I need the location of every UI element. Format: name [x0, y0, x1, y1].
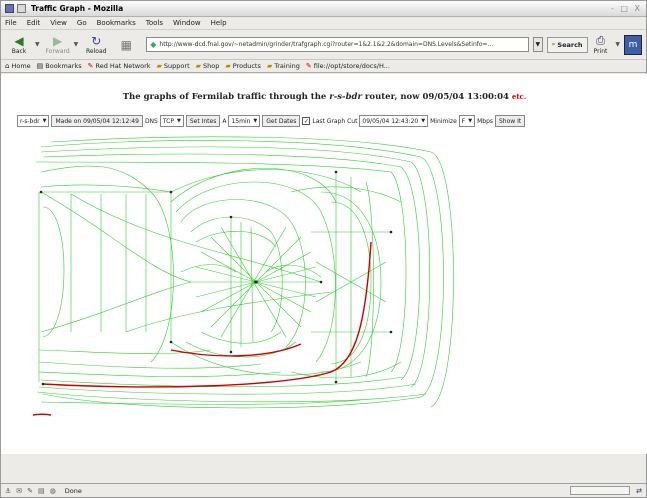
irc-icon[interactable]: ◍	[50, 487, 56, 495]
reload-button[interactable]: ↻ Reload	[82, 32, 110, 58]
red-edge-mid	[170, 343, 302, 357]
window-controls[interactable]: - □ X	[611, 4, 642, 13]
menu-view[interactable]: View	[50, 19, 67, 27]
mbps-label: Mbps	[477, 117, 493, 125]
dns-label: DNS	[144, 117, 158, 125]
window-menu-icon[interactable]	[17, 4, 26, 13]
last-graph-checkbox[interactable]: ✓	[302, 117, 311, 125]
traffic-graph	[32, 136, 454, 416]
search-button[interactable]: ⌕ Search	[546, 36, 588, 53]
minimize-select[interactable]: F ▼	[458, 115, 476, 127]
chevron-down-icon: ▼	[176, 118, 181, 124]
folder-icon: ▰	[266, 62, 273, 70]
title-bar: Traffic Graph - Mozilla - □ X	[1, 1, 646, 17]
progress-bar	[570, 486, 631, 495]
bookmark-support[interactable]: ▰ Support	[157, 62, 190, 70]
back-arrow-icon: ◀	[14, 33, 24, 48]
window-title: Traffic Graph - Mozilla	[31, 4, 124, 13]
menu-go[interactable]: Go	[77, 19, 87, 27]
chevron-down-icon: ▼	[42, 118, 47, 124]
bookmark-shop[interactable]: ▰ Shop	[196, 62, 220, 70]
router-select[interactable]: r-s-bdr ▼	[17, 115, 50, 127]
print-dropdown-icon[interactable]: ▼	[615, 41, 620, 48]
link-icon: ✎	[305, 62, 312, 70]
home-icon: ⌂	[5, 62, 10, 70]
folder-icon: ▰	[225, 62, 231, 70]
navigation-toolbar: ◀ Back ▼ ▶ Forward ▼ ↻ Reload ▦ ◆ http:/…	[1, 30, 646, 60]
chevron-down-icon: ▼	[468, 118, 473, 124]
forward-arrow-icon: ▶	[53, 33, 63, 48]
browser-window: Traffic Graph - Mozilla - □ X File Edit …	[0, 0, 647, 498]
green-edges	[35, 136, 454, 409]
print-icon: ⎙	[596, 34, 605, 47]
back-button[interactable]: ◀ Back	[5, 32, 33, 58]
last-graph-label: Last Graph Cut	[312, 117, 358, 125]
red-edge-stub	[32, 413, 52, 416]
bookmark-training[interactable]: ▰ Training	[267, 62, 300, 70]
folder-icon: ▰	[156, 62, 162, 70]
personal-toolbar: ⌂ Home ▤ Bookmarks ✎ Red Hat Network ▰ Suppo…	[1, 60, 646, 73]
page-title: The graphs of Fermilab traffic through t…	[122, 92, 527, 102]
print-button[interactable]: ⎙ Print	[594, 34, 608, 55]
protocol-select[interactable]: TCP ▼	[159, 115, 184, 127]
bookmark-redhat[interactable]: ✎ Red Hat Network	[88, 62, 151, 70]
forward-button[interactable]: ▶ Forward	[44, 32, 72, 58]
back-dropdown-icon[interactable]: ▼	[35, 41, 40, 48]
get-dates-button[interactable]: Get Dates	[262, 115, 301, 127]
minimize-label: Minimize	[430, 117, 457, 125]
url-bar[interactable]: ◆ http://www-dcd.fnal.gov/~netadmin/grin…	[146, 37, 529, 52]
app-icon	[5, 4, 14, 13]
chevron-down-icon: ▼	[253, 118, 258, 124]
url-text: http://www-dcd.fnal.gov/~netadmin/grinde…	[159, 41, 494, 48]
menu-help[interactable]: Help	[211, 19, 227, 27]
composer-icon[interactable]: ✎	[27, 487, 33, 495]
online-status-icon[interactable]: ⇄	[636, 487, 642, 495]
menu-bar: File Edit View Go Bookmarks Tools Window…	[1, 17, 646, 30]
date-select[interactable]: 09/05/04 12:43:20 ▼	[359, 115, 429, 127]
menu-file[interactable]: File	[5, 19, 17, 27]
stop-button[interactable]: ▦	[112, 32, 140, 58]
bookmark-bookmarks[interactable]: ▤ Bookmarks	[37, 62, 82, 70]
status-bar: ⚓ ✉ ✎ ▤ ◍ Done ⇄	[1, 483, 646, 497]
made-on-button[interactable]: Made on 09/05/04 12:12:49	[51, 115, 143, 127]
menu-tools[interactable]: Tools	[146, 19, 163, 27]
page-icon: ◆	[150, 40, 157, 49]
bookmark-products[interactable]: ▰ Products	[225, 62, 260, 70]
address-book-icon[interactable]: ▤	[38, 487, 45, 495]
interval-select[interactable]: 15min ▼	[228, 115, 261, 127]
a-label: A	[222, 117, 227, 125]
status-text: Done	[64, 486, 82, 495]
stop-icon: ▦	[120, 37, 132, 52]
menu-bookmarks[interactable]: Bookmarks	[97, 19, 136, 27]
forward-dropdown-icon[interactable]: ▼	[74, 41, 79, 48]
bookmark-file[interactable]: ✎ file://opt/store/docs/H...	[306, 62, 390, 70]
bookmark-home[interactable]: ⌂ Home	[5, 62, 31, 70]
folder-icon: ▰	[195, 62, 202, 70]
page-content: The graphs of Fermilab traffic through t…	[1, 74, 647, 454]
mail-icon[interactable]: ✉	[16, 487, 22, 495]
reload-icon: ↻	[91, 33, 102, 48]
search-icon: ⌕	[551, 40, 556, 48]
menu-window[interactable]: Window	[173, 19, 201, 27]
navigator-icon[interactable]: ⚓	[5, 487, 11, 495]
show-it-button[interactable]: Show It	[495, 115, 526, 127]
graph-controls: r-s-bdr ▼ Made on 09/05/04 12:12:49 DNS T…	[17, 115, 527, 127]
chevron-down-icon: ▼	[421, 118, 426, 124]
link-icon: ✎	[87, 62, 94, 70]
red-edges	[32, 241, 372, 416]
url-history-dropdown[interactable]: ▼	[532, 37, 543, 52]
throbber-icon[interactable]: m	[624, 34, 642, 55]
menu-edit[interactable]: Edit	[27, 19, 41, 27]
set-intes-button[interactable]: Set Intes	[185, 115, 221, 127]
etc-link[interactable]: etc.	[512, 92, 526, 101]
bookmarks-icon: ▤	[36, 62, 44, 70]
